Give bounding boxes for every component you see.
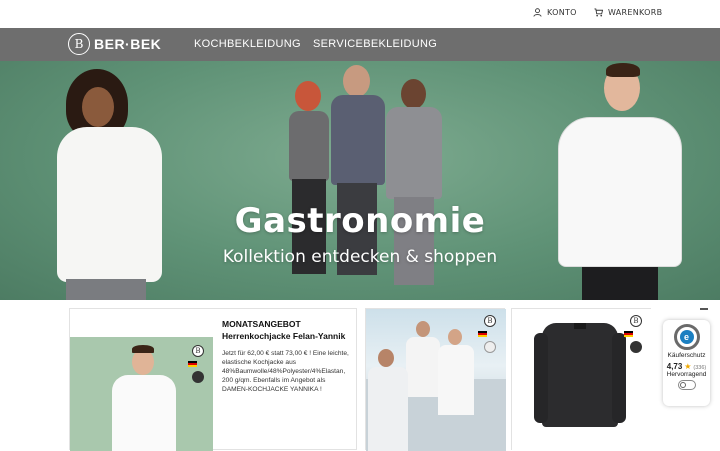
german-flag-icon (624, 331, 633, 337)
brand-logo[interactable]: B BER·BEK (68, 33, 161, 55)
product-teaser-row: B MONATSANGEBOT Herrenkochjacke Felan-Ya… (61, 300, 660, 451)
trust-label: Käuferschutz (667, 352, 706, 359)
product-card-team[interactable]: B (365, 308, 506, 451)
eco-badge-icon (192, 371, 204, 383)
top-utility-bar: KONTO WARENKORB (0, 0, 720, 28)
account-link[interactable]: KONTO (533, 8, 577, 17)
hero-banner[interactable]: Gastronomie Kollektion entdecken & shopp… (0, 61, 720, 300)
brand-badge-icon: B (630, 315, 642, 327)
offer-text-block: MONATSANGEBOT Herrenkochjacke Felan-Yann… (222, 319, 352, 394)
user-icon (533, 8, 542, 17)
brand-badge-icon: B (484, 315, 496, 327)
nav-link-kochbekleidung[interactable]: KOCHBEKLEIDUNG (194, 38, 301, 50)
logo-text: BER·BEK (94, 36, 162, 52)
cart-icon (594, 8, 603, 17)
offer-description: Jetzt für 62,00 € statt 73,00 € ! Eine l… (222, 350, 349, 393)
product-card-black-jacket[interactable]: B (511, 308, 652, 451)
star-icon: ★ (684, 362, 692, 371)
offer-product-image: B (70, 337, 213, 451)
nav-link-servicebekleidung[interactable]: SERVICEBEKLEIDUNG (313, 38, 437, 50)
german-flag-icon (188, 361, 197, 367)
cart-link[interactable]: WARENKORB (594, 8, 662, 17)
trust-rating: 4,73 ★ (336) (663, 362, 710, 371)
german-flag-icon (478, 331, 487, 337)
trust-seal-icon: e (673, 324, 700, 350)
offer-label: MONATSANGEBOT (222, 319, 301, 329)
trust-badge-widget[interactable]: e Käuferschutz 4,73 ★ (336) Hervorragend (663, 320, 710, 406)
hero-subtitle: Kollektion entdecken & shoppen (222, 247, 498, 267)
offer-product-name[interactable]: Herrenkochjacke Felan-Yannik (222, 331, 352, 341)
hero-title: Gastronomie (234, 201, 486, 241)
trust-grade: Hervorragend (666, 371, 707, 378)
eco-badge-icon (484, 341, 496, 353)
trust-toggle[interactable] (677, 380, 696, 390)
logo-mark-icon: B (68, 33, 90, 55)
main-navigation: B BER·BEK KOCHBEKLEIDUNG SERVICEBEKLEIDU… (0, 28, 720, 61)
eco-badge-icon (630, 341, 642, 353)
account-label: KONTO (547, 8, 577, 17)
trust-score: 4,73 (666, 362, 683, 371)
scroll-indicator (700, 308, 708, 310)
product-image-black-jacket: B (512, 309, 652, 451)
brand-badge-icon: B (192, 345, 204, 357)
cart-label: WARENKORB (608, 8, 663, 17)
monthly-offer-card[interactable]: B MONATSANGEBOT Herrenkochjacke Felan-Ya… (69, 308, 357, 451)
product-image-team: B (366, 309, 506, 451)
